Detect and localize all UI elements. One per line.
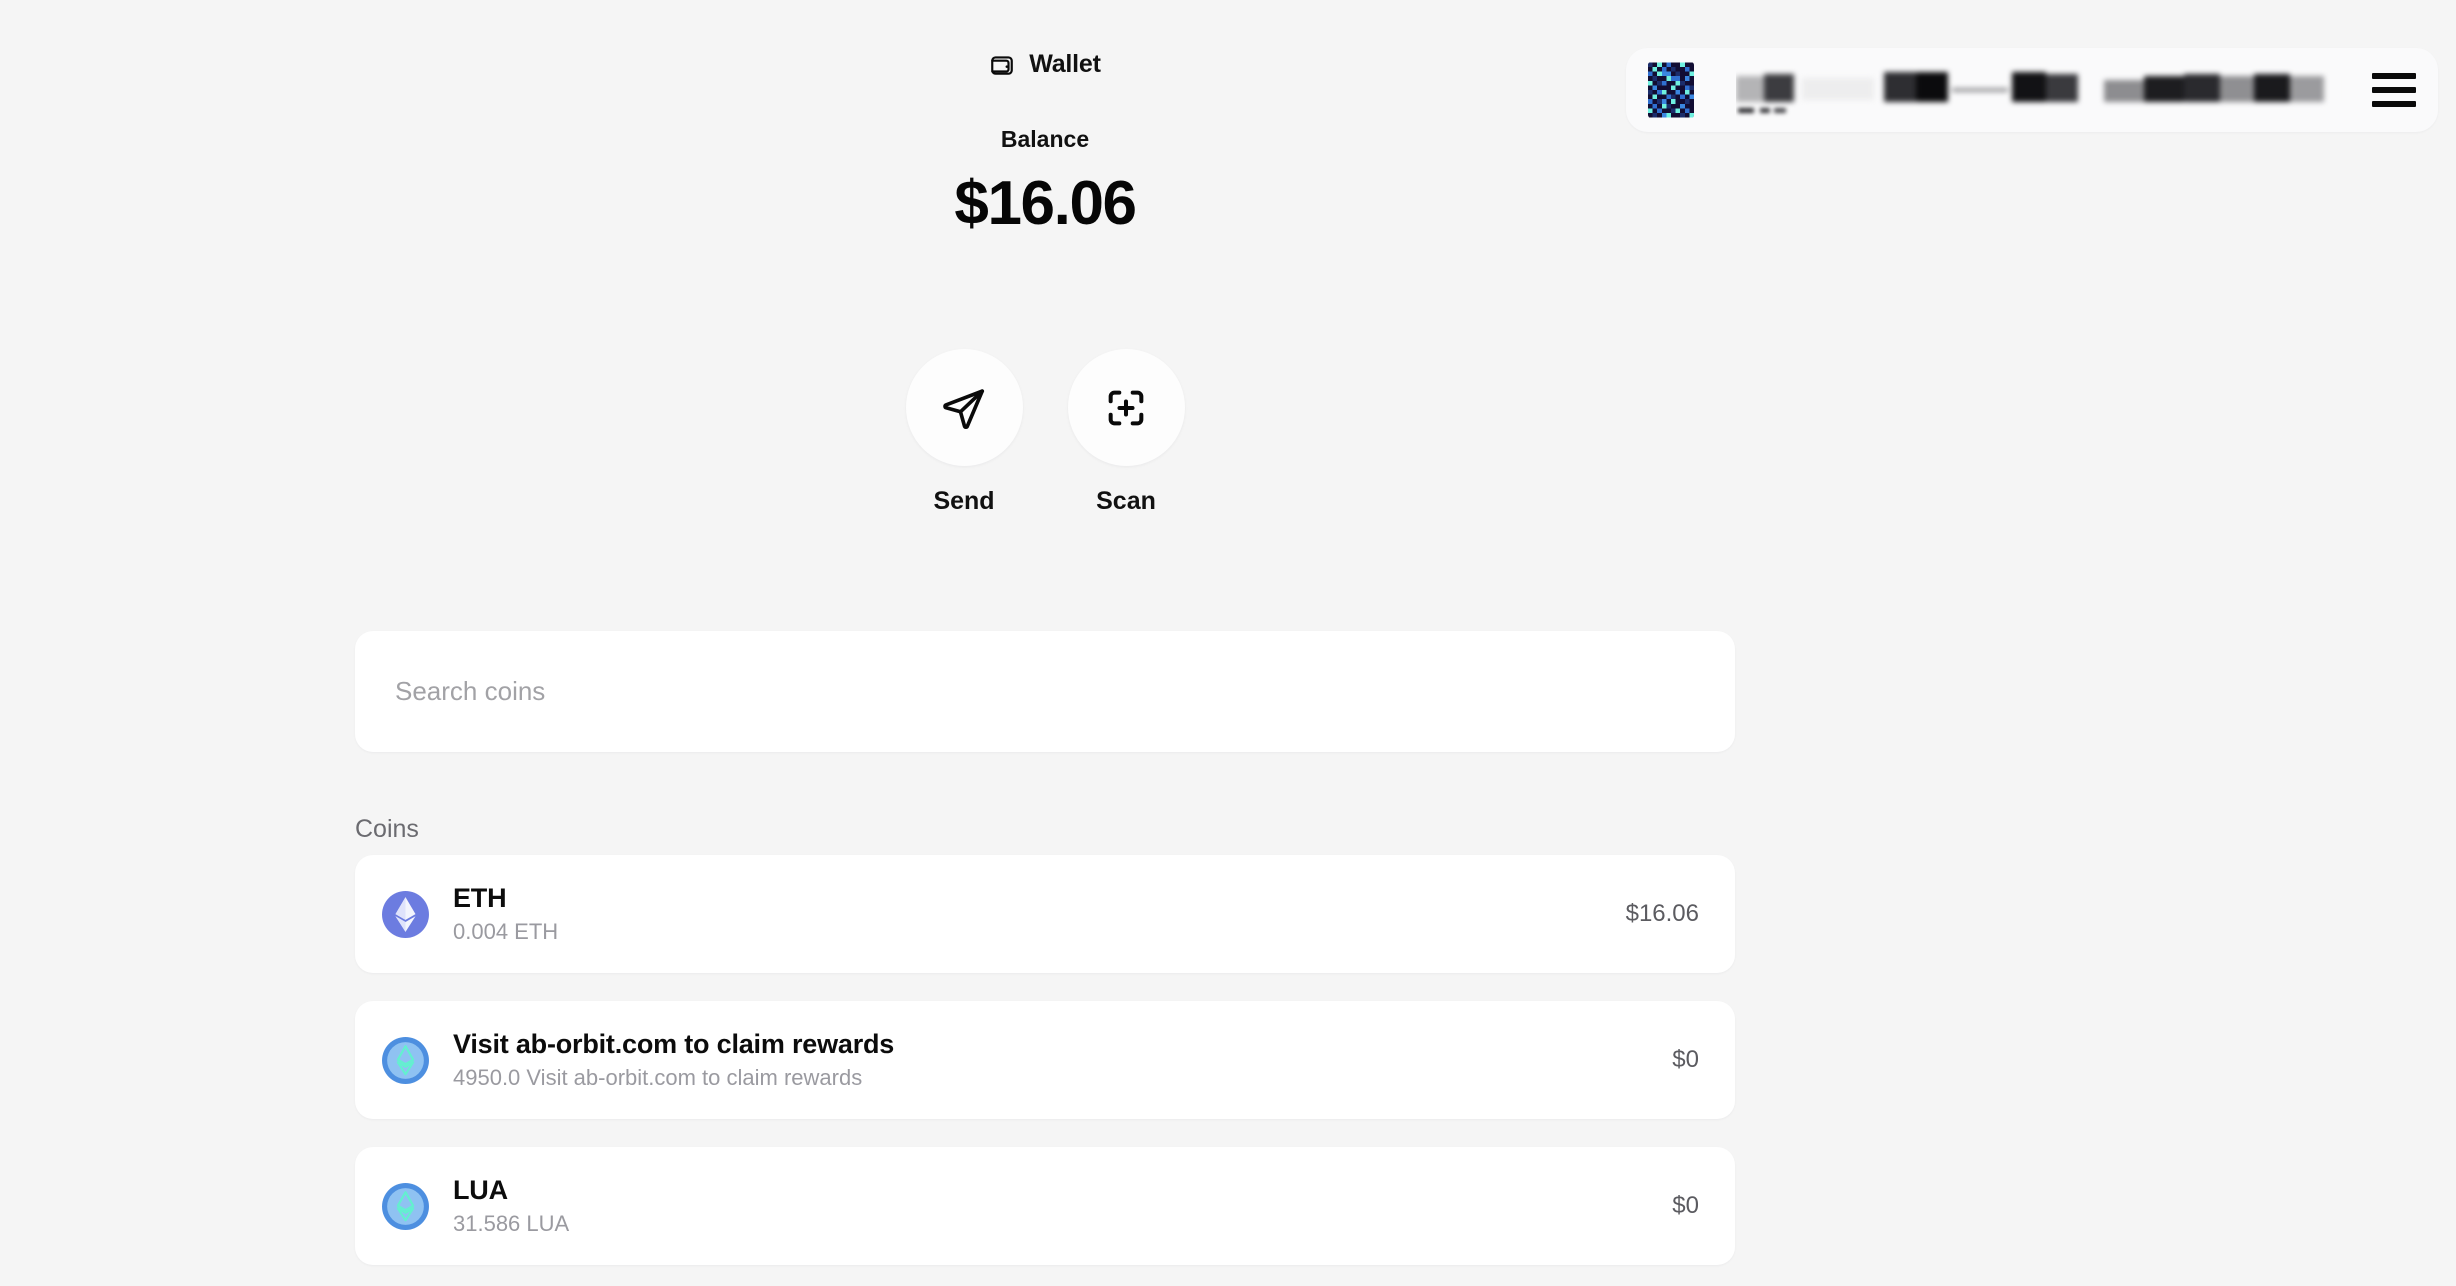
coin-amount: 4950.0 Visit ab-orbit.com to claim rewar… — [453, 1065, 1672, 1091]
hamburger-line — [2372, 87, 2416, 93]
coin-value: $16.06 — [1626, 900, 1699, 928]
generic-token-icon — [381, 1182, 430, 1231]
coin-amount: 0.004 ETH — [453, 919, 1626, 945]
coin-list: ETH 0.004 ETH $16.06 Visit ab-orbit.com … — [355, 855, 1735, 1286]
search-input[interactable] — [395, 676, 1695, 707]
send-button[interactable]: Send — [906, 349, 1023, 516]
coin-name: LUA — [453, 1175, 1672, 1206]
coins-section-label: Coins — [355, 815, 419, 844]
scan-button[interactable]: Scan — [1068, 349, 1185, 516]
hamburger-line — [2372, 101, 2416, 107]
coin-name: ETH — [453, 883, 1626, 914]
coin-meta: Visit ab-orbit.com to claim rewards 4950… — [453, 1029, 1672, 1091]
send-button-circle[interactable] — [906, 349, 1023, 466]
coin-meta: ETH 0.004 ETH — [453, 883, 1626, 945]
scan-button-label: Scan — [1096, 487, 1156, 516]
coin-meta: LUA 31.586 LUA — [453, 1175, 1672, 1237]
list-item[interactable]: Visit ab-orbit.com to claim rewards 4950… — [355, 1001, 1735, 1119]
page-title: Wallet — [0, 50, 2090, 79]
wallet-icon — [989, 52, 1015, 78]
send-button-label: Send — [933, 487, 994, 516]
ethereum-coin-icon — [381, 890, 430, 939]
send-paper-plane-icon — [941, 385, 987, 431]
balance-label: Balance — [0, 126, 2090, 153]
search-coins-box[interactable] — [355, 631, 1735, 752]
coin-value: $0 — [1672, 1192, 1699, 1220]
list-item[interactable]: LUA 31.586 LUA $0 — [355, 1147, 1735, 1265]
coin-value: $0 — [1672, 1046, 1699, 1074]
hamburger-line — [2372, 73, 2416, 79]
scan-qr-icon — [1103, 385, 1149, 431]
coin-amount: 31.586 LUA — [453, 1211, 1672, 1237]
coin-name: Visit ab-orbit.com to claim rewards — [453, 1029, 1672, 1060]
balance-amount: $16.06 — [0, 168, 2090, 239]
hamburger-menu-icon[interactable] — [2372, 73, 2416, 107]
list-item[interactable]: ETH 0.004 ETH $16.06 — [355, 855, 1735, 973]
generic-token-icon — [381, 1036, 430, 1085]
scan-button-circle[interactable] — [1068, 349, 1185, 466]
quick-actions: Send Scan — [0, 349, 2090, 516]
wallet-main: Wallet Balance $16.06 Send — [0, 0, 2090, 1286]
page-title-label: Wallet — [1029, 50, 1101, 79]
